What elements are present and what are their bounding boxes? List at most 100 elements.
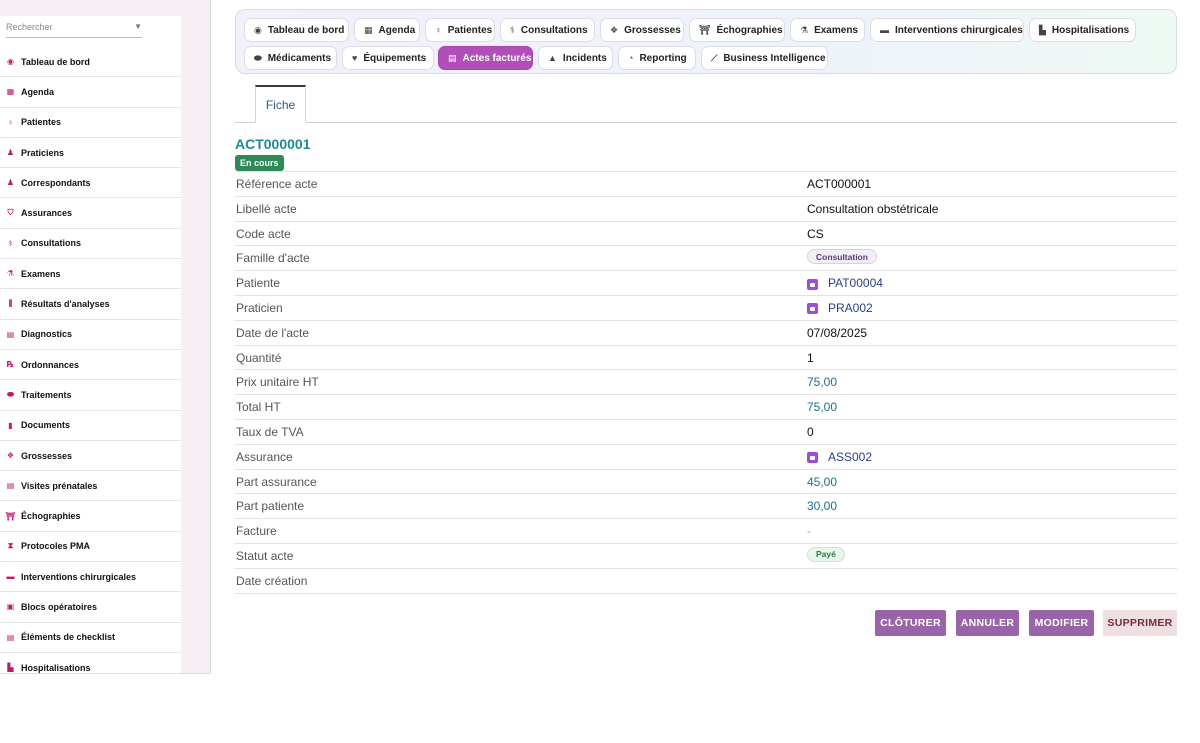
field-link-text[interactable]: PRA002 — [828, 301, 873, 315]
record-link-icon[interactable] — [807, 278, 818, 290]
sidebar-item-label: Éléments de checklist — [21, 632, 116, 643]
nav-grossesses[interactable]: ❖ Grossesses — [600, 18, 684, 42]
sidebar-item-agenda[interactable]: ▦ Agenda — [0, 77, 181, 108]
sidebar-item-resultats-d-analyses[interactable]: ⫼ Résultats d'analyses — [0, 289, 181, 320]
cloturer-button[interactable]: CLÔTURER — [875, 610, 946, 636]
sidebar-item-label: Grossesses — [21, 450, 73, 461]
ultrasound-icon: ⛩ — [5, 511, 16, 521]
sidebar-item-label: Blocs opératoires — [21, 601, 98, 612]
field-value-link[interactable]: PAT00004 — [807, 276, 883, 290]
vials-icon: ⫼ — [8, 299, 13, 309]
sidebar-item-visites-prenatales[interactable]: ▤ Visites prénatales — [0, 471, 181, 502]
nav-actes-factures[interactable]: ▤ Actes facturés — [438, 46, 533, 70]
record-link-icon[interactable] — [807, 452, 818, 464]
field-value: Consultation — [807, 249, 877, 265]
sidebar-item-grossesses[interactable]: ❖ Grossesses — [0, 441, 181, 472]
field-label: Total HT — [236, 400, 281, 415]
nav-reporting[interactable]: ◔ Reporting — [618, 46, 696, 70]
sidebar-item-echographies[interactable]: ⛩ Échographies — [0, 501, 181, 532]
field-row-part-assurance: Part assurance 45,00 — [235, 470, 1177, 495]
nav-label: Patientes — [447, 24, 493, 36]
field-row-quantite: Quantité 1 — [235, 346, 1177, 371]
field-value: 45,00 — [807, 474, 838, 489]
sidebar-item-correspondants[interactable]: ♟ Correspondants — [0, 168, 181, 199]
nav-label: Grossesses — [624, 24, 681, 36]
sidebar-item-traitements[interactable]: ⬬ Traitements — [0, 380, 181, 411]
nav-label: Actes facturés — [462, 52, 532, 64]
baby-icon: ❖ — [610, 24, 619, 35]
field-label: Patiente — [236, 276, 281, 291]
field-value-link[interactable]: PRA002 — [807, 301, 873, 315]
sidebar-item-protocoles-pma[interactable]: ⧗ Protocoles PMA — [0, 532, 181, 563]
nav-agenda[interactable]: ▦ Agenda — [354, 18, 420, 42]
sidebar-panel: Rechercher ▼ ◉ Tableau de bord ▦ Agenda ♀ Pat… — [0, 16, 181, 673]
field-row-patiente: Patiente PAT00004 — [235, 271, 1177, 296]
field-label: Code acte — [236, 226, 291, 241]
nav-label: Interventions chirurgicales — [895, 24, 1023, 36]
nav-tableau-de-bord[interactable]: ◉ Tableau de bord — [244, 18, 349, 42]
annuler-button[interactable]: ANNULER — [956, 610, 1019, 636]
field-label: Part assurance — [236, 474, 317, 489]
nav-medicaments[interactable]: ⬬ Médicaments — [244, 46, 337, 70]
sidebar-item-praticiens[interactable]: ♟ Praticiens — [0, 138, 181, 169]
chevron-down-icon[interactable]: ▼ — [134, 22, 142, 31]
sidebar-item-blocs-operatoires[interactable]: ▣ Blocs opératoires — [0, 592, 181, 623]
dashboard-icon: ◉ — [7, 57, 14, 67]
sidebar-item-consultations[interactable]: ⚕ Consultations — [0, 229, 181, 260]
heart-icon: ♥ — [352, 53, 358, 63]
field-label: Référence acte — [236, 177, 318, 191]
field-link-text[interactable]: ASS002 — [828, 450, 872, 464]
modifier-button[interactable]: MODIFIER — [1029, 610, 1094, 636]
nav-label: Échographies — [716, 24, 783, 36]
field-label: Date création — [236, 573, 308, 588]
search-input[interactable]: Rechercher — [6, 22, 134, 32]
sidebar-item-elements-de-checklist[interactable]: ▤ Éléments de checklist — [0, 623, 181, 653]
nav-equipements[interactable]: ♥ Équipements — [342, 46, 434, 70]
supprimer-button[interactable]: SUPPRIMER — [1103, 610, 1177, 636]
field-value: Consultation obstétricale — [807, 201, 939, 216]
field-value-link[interactable]: ASS002 — [807, 450, 872, 464]
sidebar-item-patientes[interactable]: ♀ Patientes — [0, 108, 181, 138]
record-link-icon[interactable] — [807, 303, 818, 315]
sidebar-search[interactable]: Rechercher ▼ — [6, 16, 142, 38]
sidebar-item-tableau-de-bord[interactable]: ◉ Tableau de bord — [0, 47, 181, 78]
field-value: Payé — [807, 546, 845, 562]
clipboard-check-icon: ▤ — [6, 481, 15, 491]
nav-label: Examens — [814, 24, 858, 36]
nav-patientes[interactable]: ♀ Patientes — [425, 18, 495, 42]
nav-incidents[interactable]: ▲ Incidents — [538, 46, 613, 70]
field-row-date-de-l-acte: Date de l'acte 07/08/2025 — [235, 321, 1177, 346]
calendar-icon: ▦ — [6, 87, 15, 97]
pie-chart-icon: ◔ — [628, 53, 634, 63]
field-value: ACT000001 — [807, 177, 872, 191]
field-link-text[interactable]: PAT00004 — [828, 276, 883, 290]
bed-icon: ▬ — [6, 572, 15, 582]
field-label: Taux de TVA — [236, 424, 304, 439]
sidebar-item-diagnostics[interactable]: ▤ Diagnostics — [0, 320, 181, 350]
sidebar-item-ordonnances[interactable]: ℞ Ordonnances — [0, 350, 181, 381]
field-row-famille-d-acte: Famille d'acte Consultation — [235, 246, 1177, 272]
prescription-icon: ℞ — [6, 360, 15, 370]
sidebar-item-interventions-chirurgicales[interactable]: ▬ Interventions chirurgicales — [0, 562, 181, 593]
field-row-taux-de-tva: Taux de TVA 0 — [235, 420, 1177, 445]
field-row-assurance: Assurance ASS002 — [235, 445, 1177, 470]
nav-hospitalisations[interactable]: ▙ Hospitalisations — [1029, 18, 1136, 42]
nav-label: Incidents — [562, 52, 607, 64]
dashboard-icon: ◉ — [254, 24, 262, 35]
nav-examens[interactable]: ⚗ Examens — [790, 18, 865, 42]
field-row-reference-acte: Référence acte ACT000001 — [235, 172, 1177, 197]
nav-interventions-chirurgicales[interactable]: ▬ Interventions chirurgicales — [870, 18, 1024, 42]
ultrasound-icon: ⛩ — [699, 24, 711, 35]
sidebar-item-examens[interactable]: ⚗ Examens — [0, 259, 181, 290]
sidebar-item-documents[interactable]: ▮ Documents — [0, 411, 181, 441]
field-row-total-ht: Total HT 75,00 — [235, 395, 1177, 420]
sidebar-item-hospitalisations[interactable]: ▙ Hospitalisations — [0, 653, 181, 673]
hospital-user-icon: ▙ — [7, 663, 14, 673]
microscope-icon: ⚗ — [6, 269, 15, 279]
nav-business-intelligence[interactable]: ⟋ Business Intelligence — [701, 46, 828, 70]
sidebar-item-assurances[interactable]: ⛉ Assurances — [0, 198, 181, 229]
nav-consultations[interactable]: ⚕ Consultations — [500, 18, 595, 42]
tab-fiche[interactable]: Fiche — [255, 85, 306, 123]
field-value: 07/08/2025 — [807, 325, 868, 340]
nav-echographies[interactable]: ⛩ Échographies — [689, 18, 785, 42]
